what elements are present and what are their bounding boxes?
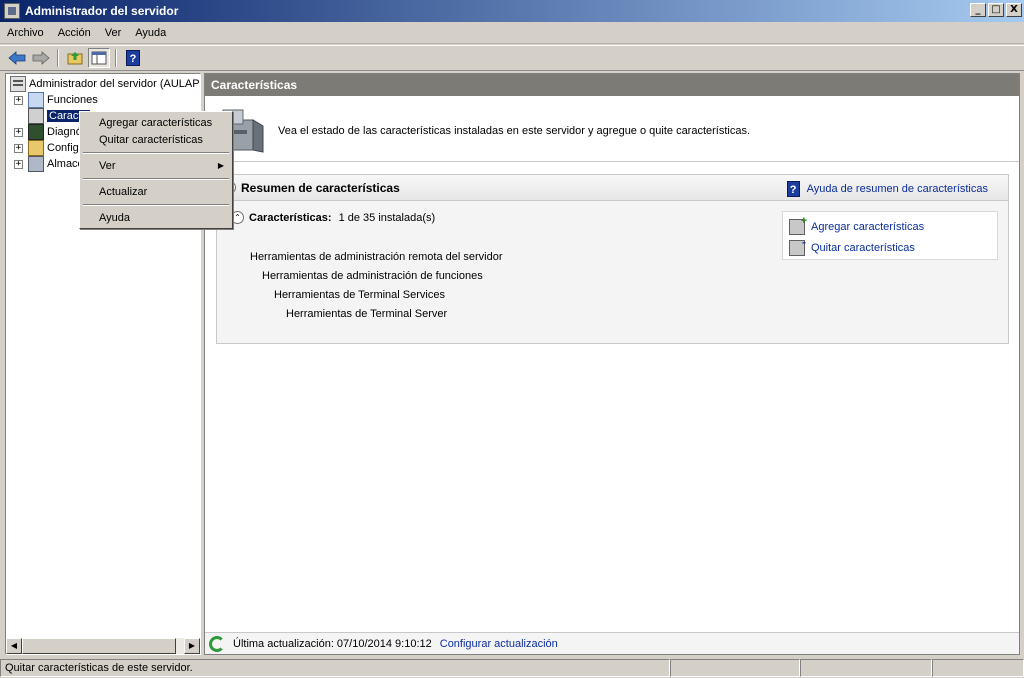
menu-ayuda[interactable]: Ayuda <box>128 27 173 39</box>
details-pane: Características Vea el estado de las car… <box>204 73 1020 655</box>
minimize-button[interactable]: _ <box>970 3 986 17</box>
toolbar: ? <box>0 45 1024 71</box>
menu-separator <box>83 178 229 180</box>
features-installed-count: 1 de 35 instalada(s) <box>338 211 436 224</box>
context-menu: Agregar características Quitar caracterí… <box>79 111 233 229</box>
status-pane <box>670 659 800 677</box>
configure-refresh-link[interactable]: Configurar actualización <box>440 638 558 650</box>
intro-text: Vea el estado de las características ins… <box>278 125 751 137</box>
menu-bar: Archivo Acción Ver Ayuda <box>0 22 1024 44</box>
roles-icon <box>28 92 44 108</box>
help-icon[interactable]: ? <box>122 48 144 68</box>
remove-features-icon <box>789 235 806 256</box>
refresh-footer: Última actualización: 07/10/2014 9:10:12… <box>205 632 1019 654</box>
add-features-label: Agregar características <box>811 221 925 233</box>
expand-icon[interactable]: + <box>14 143 23 153</box>
tree-item-funciones[interactable]: + Funciones <box>14 92 98 108</box>
last-update-text: Última actualización: 07/10/2014 9:10:12 <box>233 637 432 650</box>
refresh-icon[interactable] <box>209 635 225 652</box>
scroll-thumb[interactable] <box>22 638 176 654</box>
add-features-link[interactable]: Agregar características <box>789 215 925 235</box>
add-features-icon <box>789 215 807 235</box>
diagnostics-icon <box>28 124 44 140</box>
menu-item-ver[interactable]: Ver ▶ <box>82 157 230 174</box>
maximize-button[interactable]: □ <box>988 3 1004 17</box>
status-bar: Quitar características de este servidor. <box>0 658 1024 678</box>
status-pane <box>800 659 932 677</box>
features-section-header: ⌃ Características: 1 de 35 instalada(s) <box>231 211 435 224</box>
configuration-icon <box>28 140 44 156</box>
feature-item[interactable]: Herramientas de administración remota de… <box>250 251 503 263</box>
storage-icon <box>28 156 44 172</box>
tree-item-almacenamiento[interactable]: + Almace <box>14 156 84 172</box>
scroll-right-icon[interactable]: ▶ <box>184 638 200 654</box>
status-text: Quitar características de este servidor. <box>0 659 670 677</box>
close-button[interactable]: X <box>1006 3 1022 17</box>
forward-arrow-icon[interactable] <box>30 48 52 68</box>
menu-separator <box>83 152 229 154</box>
toolbar-separator <box>57 49 59 67</box>
tree-root-label: Administrador del servidor (AULAPC <box>29 78 201 90</box>
feature-item[interactable]: Herramientas de administración de funcio… <box>262 270 483 282</box>
scroll-left-icon[interactable]: ◀ <box>6 638 22 654</box>
tree-item-label: Diagnó <box>47 126 82 138</box>
features-icon <box>28 108 44 124</box>
menu-item-agregar-caracteristicas[interactable]: Agregar características <box>82 114 230 131</box>
tree-item-configuracion[interactable]: + Configu <box>14 140 85 156</box>
intro-banner: Vea el estado de las características ins… <box>205 98 1019 162</box>
server-manager-icon <box>4 3 20 19</box>
server-icon <box>10 76 26 92</box>
tree-item-diagnostico[interactable]: + Diagnó <box>14 124 82 140</box>
toolbar-separator <box>115 49 117 67</box>
tree-root[interactable]: Administrador del servidor (AULAPC <box>10 76 201 92</box>
summary-help-link[interactable]: ? Ayuda de resumen de características <box>786 181 988 197</box>
horizontal-scrollbar[interactable]: ◀ ▶ <box>6 638 200 654</box>
submenu-arrow-icon: ▶ <box>217 161 224 170</box>
help-icon: ? <box>786 181 800 197</box>
menu-item-ayuda[interactable]: Ayuda <box>82 209 230 226</box>
back-arrow-icon[interactable] <box>6 48 28 68</box>
summary-title: Resumen de características <box>241 181 400 195</box>
svg-text:?: ? <box>130 53 137 65</box>
feature-item[interactable]: Herramientas de Terminal Services <box>274 289 445 301</box>
remove-features-link[interactable]: Quitar características <box>789 235 915 256</box>
features-summary-panel: ⌃ Resumen de características ? Ayuda de … <box>216 174 1009 344</box>
expand-icon[interactable]: + <box>14 127 23 137</box>
tree-item-label: Funciones <box>47 94 98 106</box>
window-title: Administrador del servidor <box>25 4 179 18</box>
expand-icon[interactable]: + <box>14 159 23 169</box>
menu-separator <box>83 204 229 206</box>
pane-title: Características <box>205 74 1019 96</box>
window-title-bar[interactable]: Administrador del servidor _ □ X <box>0 0 1024 22</box>
menu-accion[interactable]: Acción <box>51 27 98 39</box>
feature-item[interactable]: Herramientas de Terminal Server <box>286 308 447 320</box>
status-pane <box>932 659 1024 677</box>
menu-ver[interactable]: Ver <box>98 27 129 39</box>
summary-header: ⌃ Resumen de características ? Ayuda de … <box>217 175 1008 201</box>
features-actions: Agregar características Quitar caracterí… <box>782 211 998 260</box>
features-section: ⌃ Características: 1 de 35 instalada(s) … <box>231 211 791 331</box>
help-link-text: Ayuda de resumen de características <box>806 183 988 195</box>
menu-archivo[interactable]: Archivo <box>0 27 51 39</box>
features-section-title: Características: <box>249 211 332 224</box>
show-hide-tree-icon[interactable] <box>88 48 110 68</box>
expand-icon[interactable]: + <box>14 95 23 105</box>
up-folder-icon[interactable] <box>64 48 86 68</box>
menu-item-actualizar[interactable]: Actualizar <box>82 183 230 200</box>
menu-item-label: Ver <box>99 159 116 172</box>
menu-item-quitar-caracteristicas[interactable]: Quitar características <box>82 131 230 148</box>
remove-features-label: Quitar características <box>811 242 915 254</box>
